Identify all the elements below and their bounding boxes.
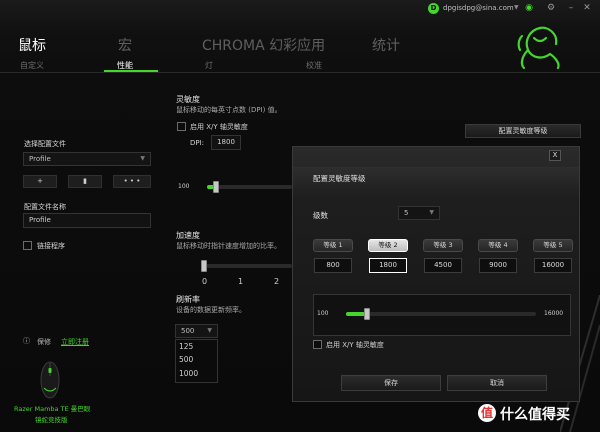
xy-sensitivity-checkbox[interactable] [177, 122, 186, 131]
sensitivity-stages-dialog: X 配置灵敏度等级 级数 5 ▼ 等级 1 800 等级 2 1800 等级 3… [292, 146, 580, 402]
nav-macro[interactable]: 宏 [118, 35, 132, 55]
polling-desc: 设备的数据更新频率。 [176, 306, 246, 314]
sensitivity-slider-min: 100 [178, 183, 190, 190]
nav-chroma[interactable]: CHROMA 幻彩应用 [202, 35, 325, 55]
user-email[interactable]: dpgisdpg@sina.com [443, 4, 514, 12]
tab-calibration[interactable]: 校准 [306, 60, 322, 71]
polling-option-125[interactable]: 125 [179, 342, 193, 351]
watermark-logo: 值 [478, 404, 496, 422]
acceleration-tick-0: 0 [202, 277, 208, 286]
configure-stages-button[interactable]: 配置灵敏度等级 [465, 124, 581, 138]
stage-5[interactable]: 等级 5 16000 [533, 239, 573, 281]
dpi-slider-handle[interactable] [363, 308, 370, 320]
info-icon: ⓘ [23, 337, 30, 345]
chevron-down-icon: ▼ [429, 209, 434, 216]
profile-section-label: 选择配置文件 [24, 140, 66, 148]
profile-name-label: 配置文件名称 [24, 203, 66, 211]
profile-name-input[interactable]: Profile [23, 213, 151, 228]
xy-sensitivity-label: 启用 X/Y 轴灵敏度 [190, 123, 248, 131]
warranty-label: 保修 [37, 338, 51, 346]
nav-mouse[interactable]: 鼠标 [18, 35, 46, 55]
watermark: 值 什么值得买 [470, 400, 600, 432]
polling-rate-value: 500 [181, 327, 195, 335]
status-icon[interactable]: ◉ [524, 3, 534, 13]
levels-select[interactable]: 5 ▼ [398, 206, 440, 220]
dialog-xy-label: 启用 X/Y 轴灵敏度 [326, 341, 384, 349]
more-options-button[interactable]: • • • [113, 175, 151, 188]
dpi-input[interactable]: 1800 [211, 135, 241, 150]
sensitivity-title: 灵敏度 [176, 95, 200, 104]
stage-3-label[interactable]: 等级 3 [423, 239, 463, 252]
polling-rate-dropdown: 125 500 1000 [175, 339, 218, 383]
device-name-sub[interactable]: 镜蛇竞技版 [35, 414, 68, 424]
acceleration-tick-1: 1 [238, 277, 244, 286]
link-program-checkbox[interactable] [23, 241, 32, 250]
nav-stats[interactable]: 统计 [372, 35, 400, 55]
dpi-slider-panel: 100 16000 [313, 294, 571, 336]
link-program-label: 链接程序 [37, 242, 65, 250]
polling-option-500[interactable]: 500 [179, 355, 193, 364]
stage-4-value[interactable]: 9000 [479, 258, 517, 273]
tab-lighting[interactable]: 灯 [205, 60, 213, 71]
nav-divider [0, 72, 600, 73]
minimize-icon[interactable]: – [566, 3, 576, 13]
acceleration-tick-2: 2 [274, 277, 280, 286]
polling-title: 刷新率 [176, 295, 200, 304]
acceleration-title: 加速度 [176, 231, 200, 240]
stage-5-label[interactable]: 等级 5 [533, 239, 573, 252]
dpi-slider-min: 100 [317, 310, 329, 317]
dialog-xy-checkbox[interactable] [313, 340, 322, 349]
mouse-device-image[interactable] [36, 358, 64, 400]
acceleration-slider-handle[interactable] [201, 260, 207, 272]
user-caret-icon[interactable]: ▼ [514, 4, 519, 11]
polling-rate-select[interactable]: 500 ▼ [175, 324, 218, 338]
stage-1-value[interactable]: 800 [314, 258, 352, 273]
levels-label: 级数 [313, 211, 328, 220]
stage-4-label[interactable]: 等级 4 [478, 239, 518, 252]
razer-synapse-window: D dpgisdpg@sina.com ▼ ◉ ⚙ – ✕ 鼠标 宏 CHROM… [0, 0, 600, 432]
watermark-text: 什么值得买 [500, 407, 570, 423]
dialog-close-button[interactable]: X [549, 150, 561, 161]
polling-option-1000[interactable]: 1000 [179, 369, 198, 378]
stage-2-label[interactable]: 等级 2 [368, 239, 408, 252]
add-profile-button[interactable]: + [23, 175, 57, 188]
close-icon[interactable]: ✕ [582, 3, 592, 13]
acceleration-slider[interactable] [203, 264, 292, 268]
stage-5-value[interactable]: 16000 [534, 258, 572, 273]
dialog-title: 配置灵敏度等级 [313, 174, 366, 183]
acceleration-desc: 鼠标移动时指针速度增加的比率。 [176, 242, 281, 250]
sensitivity-slider[interactable] [207, 185, 292, 189]
sensitivity-desc: 鼠标移动的每英寸点数 (DPI) 值。 [176, 106, 282, 114]
chevron-down-icon: ▼ [207, 327, 212, 334]
trash-icon: ▮ [83, 177, 87, 185]
chevron-down-icon: ▼ [140, 155, 145, 162]
stage-4[interactable]: 等级 4 9000 [478, 239, 518, 281]
sensitivity-slider-handle[interactable] [213, 181, 220, 193]
stage-2-value[interactable]: 1800 [369, 258, 407, 273]
delete-profile-button[interactable]: ▮ [68, 175, 102, 188]
dpi-slider[interactable] [346, 312, 536, 316]
stage-1-label[interactable]: 等级 1 [313, 239, 353, 252]
main-nav: 鼠标 宏 CHROMA 幻彩应用 统计 [0, 30, 600, 72]
profile-select[interactable]: Profile ▼ [23, 152, 151, 166]
settings-icon[interactable]: ⚙ [546, 3, 556, 13]
user-avatar[interactable]: D [428, 3, 439, 14]
stage-1[interactable]: 等级 1 800 [313, 239, 353, 281]
levels-value: 5 [404, 209, 409, 217]
device-name[interactable]: Razer Mamba TE 曼巴眼 [14, 403, 90, 413]
stage-3-value[interactable]: 4500 [424, 258, 462, 273]
cancel-button[interactable]: 取消 [447, 375, 547, 391]
stage-3[interactable]: 等级 3 4500 [423, 239, 463, 281]
register-link[interactable]: 立即注册 [61, 337, 89, 347]
tab-customize[interactable]: 自定义 [20, 60, 44, 71]
stage-2[interactable]: 等级 2 1800 [368, 239, 408, 281]
profile-select-value: Profile [29, 155, 51, 163]
dpi-label: DPI: [190, 139, 205, 147]
title-bar: D dpgisdpg@sina.com ▼ ◉ ⚙ – ✕ [0, 0, 600, 18]
dpi-slider-max: 16000 [544, 310, 564, 317]
save-button[interactable]: 保存 [341, 375, 441, 391]
